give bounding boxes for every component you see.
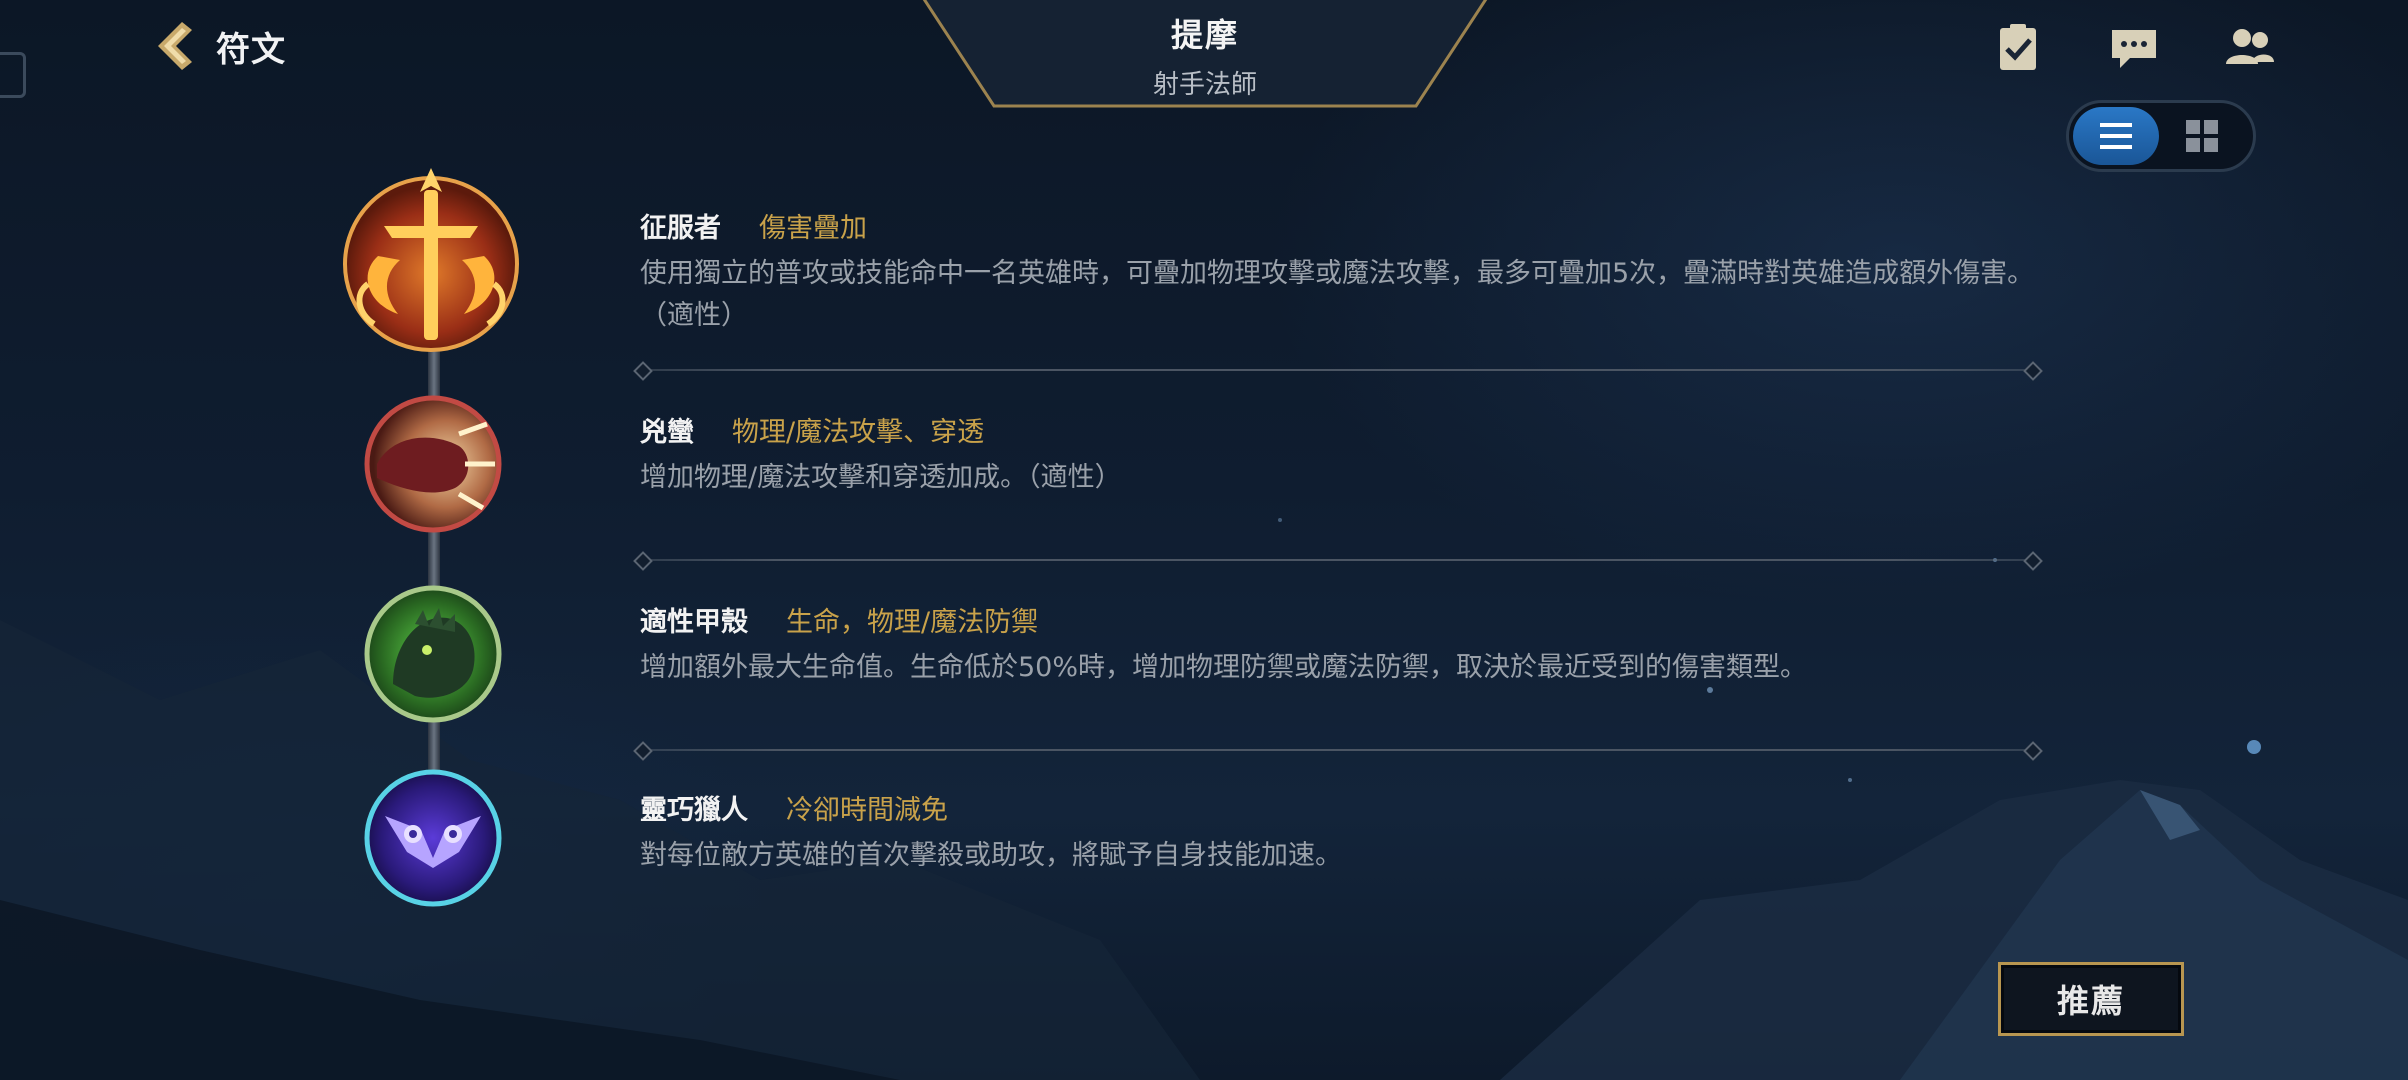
rune-name: 靈巧獵人 bbox=[640, 795, 748, 826]
list-icon bbox=[2100, 123, 2132, 149]
back-button[interactable]: 符文 bbox=[148, 18, 286, 74]
recommend-button[interactable]: 推薦 bbox=[1998, 962, 2184, 1036]
grid-icon bbox=[2186, 120, 2218, 152]
grid-view-button[interactable] bbox=[2159, 107, 2245, 165]
rune-description: 對每位敵方英雄的首次擊殺或助攻，將賦予自身技能加速。 bbox=[640, 840, 1342, 871]
nimble-hunter-icon[interactable] bbox=[363, 768, 503, 908]
rune-entry-brutal: 兇蠻 物理/魔法攻擊、穿透 增加物理/魔法攻擊和穿透加成。（適性） bbox=[640, 410, 2040, 499]
rune-divider bbox=[642, 369, 2034, 371]
friends-button[interactable] bbox=[2222, 22, 2278, 74]
rune-entry-adaptive-carapace: 適性甲殼 生命，物理/魔法防禦 增加額外最大生命值。生命低於50%時，增加物理防… bbox=[640, 600, 2040, 689]
mountain-background bbox=[0, 518, 2408, 1080]
back-chevron-icon bbox=[158, 22, 192, 70]
rune-entry-conqueror: 征服者 傷害疊加 使用獨立的普攻或技能命中一名英雄時，可疊加物理攻擊或魔法攻擊，… bbox=[640, 206, 2040, 337]
edge-panel-tab[interactable] bbox=[0, 52, 26, 98]
rune-tag: 傷害疊加 bbox=[759, 213, 867, 244]
chat-button[interactable] bbox=[2106, 22, 2162, 74]
rune-divider bbox=[642, 559, 2034, 561]
rune-description: 使用獨立的普攻或技能命中一名英雄時，可疊加物理攻擊或魔法攻擊，最多可疊加5次，疊… bbox=[640, 258, 2035, 331]
champion-role: 射手法師 bbox=[1152, 70, 1257, 100]
rune-name: 兇蠻 bbox=[640, 417, 694, 448]
champion-header-tab: 提摩 射手法師 bbox=[918, 0, 1492, 108]
list-view-button[interactable] bbox=[2073, 107, 2159, 165]
page-title: 符文 bbox=[216, 29, 286, 70]
rune-name: 征服者 bbox=[640, 213, 721, 244]
recommend-button-label: 推薦 bbox=[2056, 982, 2125, 1020]
quest-clipboard-icon bbox=[2000, 24, 2036, 70]
rune-tag: 物理/魔法攻擊、穿透 bbox=[732, 417, 985, 448]
friends-icon bbox=[2226, 29, 2274, 64]
rune-description: 增加物理/魔法攻擊和穿透加成。（適性） bbox=[640, 462, 1122, 493]
rune-divider bbox=[642, 749, 2034, 751]
conqueror-icon[interactable] bbox=[338, 164, 524, 356]
rune-name: 適性甲殼 bbox=[640, 607, 748, 638]
brutal-icon[interactable] bbox=[363, 394, 503, 534]
adaptive-carapace-icon[interactable] bbox=[363, 584, 503, 724]
rune-tag: 冷卻時間減免 bbox=[786, 795, 948, 826]
quest-button[interactable] bbox=[1990, 22, 2046, 74]
chat-icon bbox=[2112, 30, 2156, 68]
champion-name: 提摩 bbox=[1170, 16, 1239, 54]
rune-description: 增加額外最大生命值。生命低於50%時，增加物理防禦或魔法防禦，取決於最近受到的傷… bbox=[640, 652, 1808, 683]
rune-tag: 生命，物理/魔法防禦 bbox=[786, 607, 1039, 638]
view-toggle bbox=[2066, 100, 2256, 172]
rune-entry-nimble-hunter: 靈巧獵人 冷卻時間減免 對每位敵方英雄的首次擊殺或助攻，將賦予自身技能加速。 bbox=[640, 788, 2040, 877]
